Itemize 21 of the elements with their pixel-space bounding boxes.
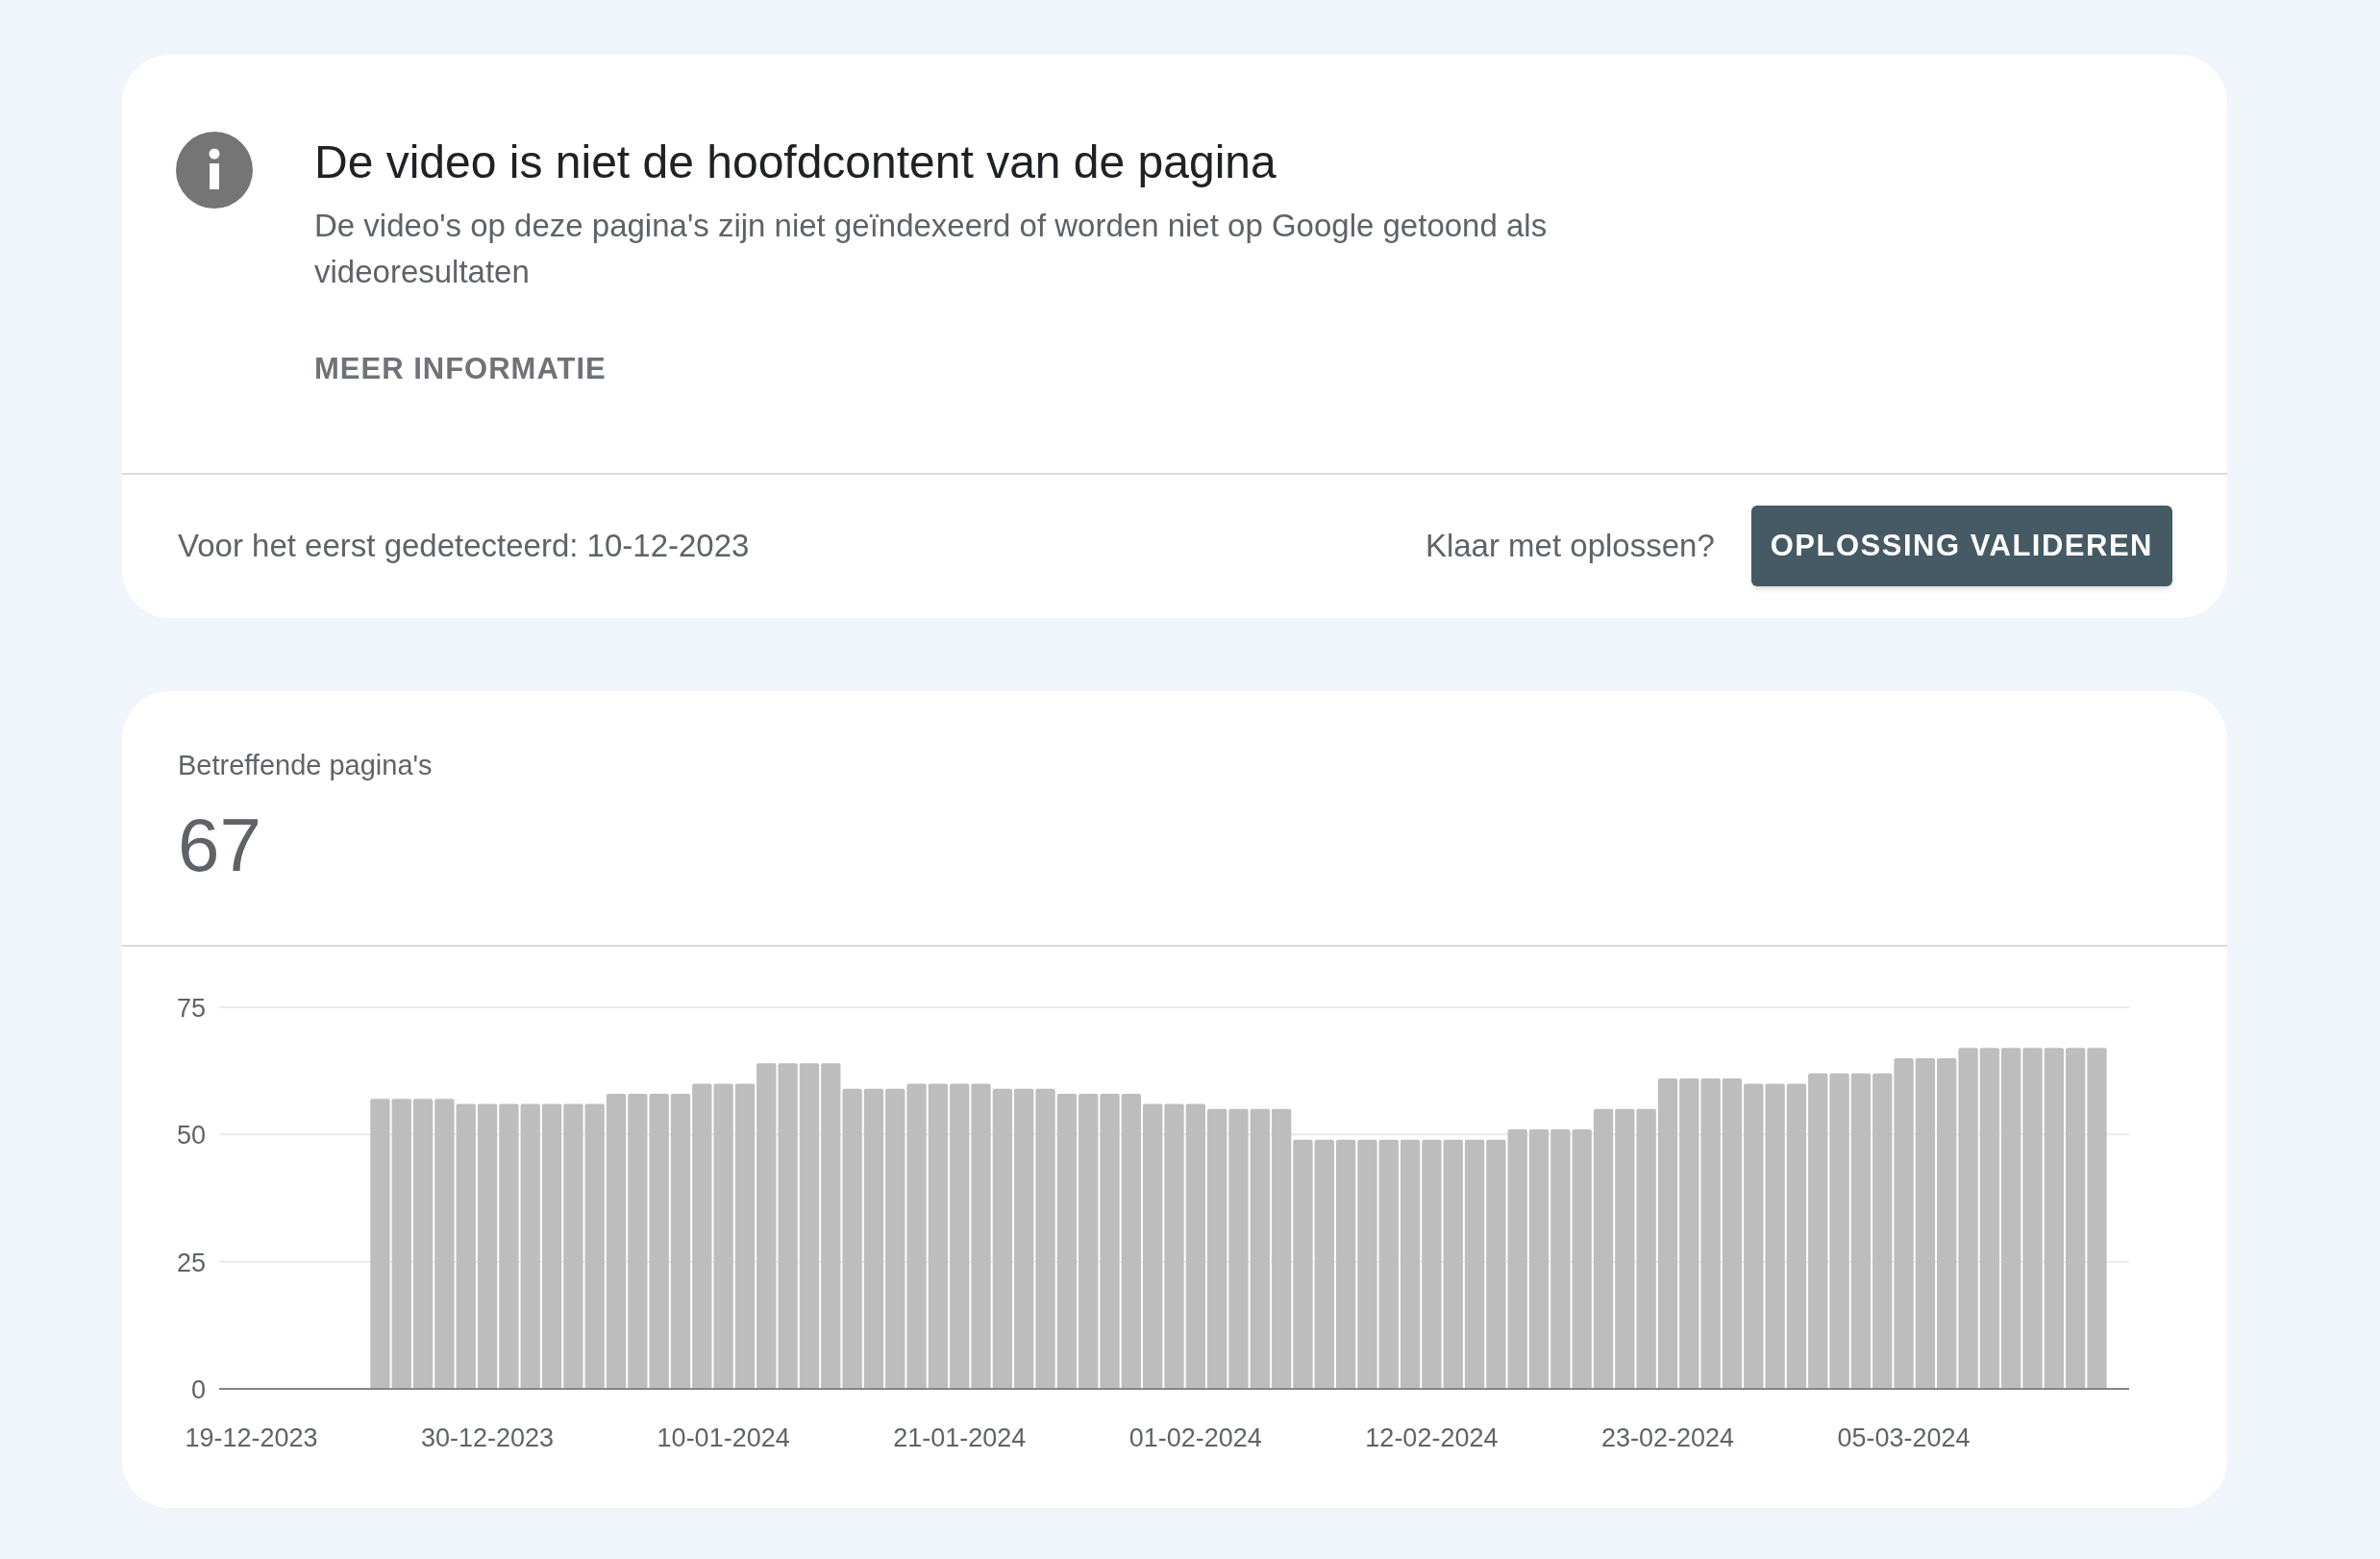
affected-pages-count: 67 xyxy=(178,802,262,888)
ready-prompt: Klaar met oplossen? xyxy=(1425,527,1715,566)
y-axis-label: 0 xyxy=(190,1374,206,1404)
issue-title: De video is niet de hoofdcontent van de pagina xyxy=(314,136,1277,189)
y-axis-label: 50 xyxy=(176,1120,206,1150)
first-detected-text: Voor het eerst gedetecteerd: 10-12-2023 xyxy=(178,527,750,566)
y-axis-label: 75 xyxy=(176,993,206,1023)
x-axis-label: 21-01-2024 xyxy=(893,1423,1027,1452)
affected-pages-label: Betreffende pagina's xyxy=(178,748,434,782)
x-axis-label: 05-03-2024 xyxy=(1837,1423,1971,1452)
info-icon xyxy=(176,132,253,209)
x-axis-label: 30-12-2023 xyxy=(421,1423,555,1452)
x-axis-label: 12-02-2024 xyxy=(1365,1423,1499,1452)
x-axis-label: 01-02-2024 xyxy=(1128,1423,1262,1452)
learn-more-link[interactable]: MEER INFORMATIE xyxy=(314,347,1593,392)
x-axis-label: 23-02-2024 xyxy=(1600,1423,1735,1452)
issue-description: De video's op deze pagina's zijn niet geïndexeerd of worden niet op Google getoond als videoresultaten xyxy=(314,207,1549,291)
validate-fix-button[interactable]: OPLOSSING VALIDEREN xyxy=(1750,506,2172,586)
x-axis-label: 10-01-2024 xyxy=(657,1423,790,1452)
y-axis-label: 25 xyxy=(176,1248,206,1277)
x-axis-label: 19-12-2023 xyxy=(185,1423,318,1452)
